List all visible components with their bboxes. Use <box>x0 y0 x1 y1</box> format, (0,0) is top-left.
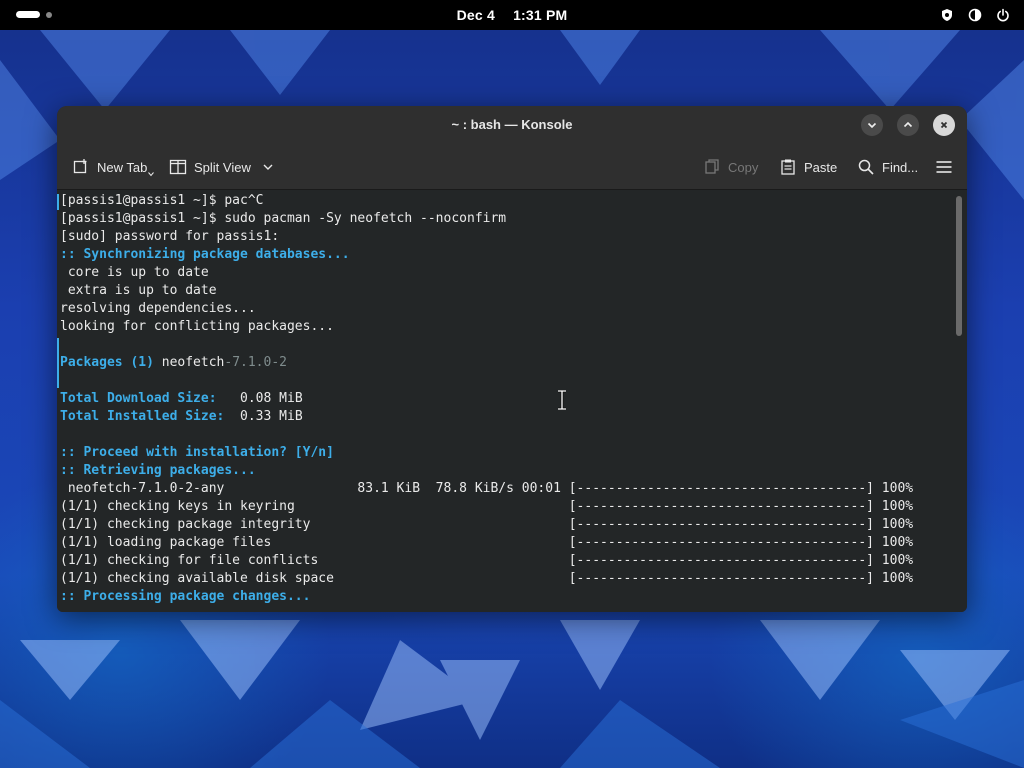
scrollbar-thumb[interactable] <box>956 196 962 336</box>
split-view-icon <box>169 159 187 175</box>
find-button[interactable]: Find... <box>857 155 918 179</box>
terminal-text: (1/1) checking keys in keyring [--------… <box>60 499 914 514</box>
terminal-text: (1/1) checking package integrity [------… <box>60 517 914 532</box>
terminal-line: core is up to date <box>60 264 913 282</box>
terminal-line: :: Synchronizing package databases... <box>60 246 913 264</box>
terminal-line: (1/1) checking for file conflicts [-----… <box>60 552 913 570</box>
split-view-button[interactable]: Split View <box>169 155 274 179</box>
chevron-down-icon <box>263 164 273 170</box>
terminal-output[interactable]: [passis1@passis1 ~]$ pac^C [passis1@passi… <box>60 192 913 606</box>
shield-icon[interactable] <box>940 8 954 22</box>
terminal-line: :: Proceed with installation? [Y/n] <box>60 444 913 462</box>
line-marker <box>57 194 59 210</box>
window-title: ~ : bash — Konsole <box>451 117 573 132</box>
terminal-text: 0.08 MiB <box>216 391 303 406</box>
terminal-text: extra is up to date <box>60 283 217 298</box>
terminal-line: :: Retrieving packages... <box>60 462 913 480</box>
terminal-line: neofetch-7.1.0-2-any 83.1 KiB 78.8 KiB/s… <box>60 480 913 498</box>
terminal-text: core is up to date <box>60 265 209 280</box>
minimize-button[interactable] <box>861 114 883 136</box>
terminal-text: [sudo] password for passis1: <box>60 229 280 244</box>
close-button[interactable] <box>933 114 955 136</box>
split-view-label: Split View <box>194 159 251 175</box>
terminal-text: :: Proceed with installation? [Y/n] <box>60 445 334 460</box>
clock[interactable]: Dec 4 1:31 PM <box>0 7 1024 23</box>
line-marker <box>57 338 59 388</box>
copy-icon <box>705 159 719 174</box>
paste-button[interactable]: Paste <box>779 155 837 179</box>
terminal-view[interactable]: [passis1@passis1 ~]$ pac^C [passis1@passi… <box>57 190 967 612</box>
terminal-line: Packages (1) neofetch-7.1.0-2 <box>60 354 913 372</box>
terminal-text: -7.1.0-2 <box>224 355 287 370</box>
terminal-text: (1/1) checking available disk space [---… <box>60 571 914 586</box>
terminal-line: [sudo] password for passis1: <box>60 228 913 246</box>
konsole-window: ~ : bash — Konsole New Tab Split View Co… <box>57 106 967 612</box>
terminal-line: [passis1@passis1 ~]$ pac^C <box>60 192 913 210</box>
terminal-text: resolving dependencies... <box>60 301 256 316</box>
terminal-line: :: Processing package changes... <box>60 588 913 606</box>
terminal-line: (1/1) checking available disk space [---… <box>60 570 913 588</box>
volume-icon[interactable] <box>968 8 982 22</box>
terminal-line: Total Installed Size: 0.33 MiB <box>60 408 913 426</box>
hamburger-menu-icon <box>936 161 952 173</box>
terminal-line: resolving dependencies... <box>60 300 913 318</box>
hamburger-menu-button[interactable] <box>935 155 953 179</box>
new-tab-button[interactable]: New Tab <box>72 155 155 179</box>
clock-time: 1:31 PM <box>513 7 568 23</box>
dropdown-arrow-icon <box>148 172 155 177</box>
close-icon <box>940 121 948 129</box>
copy-button[interactable]: Copy <box>703 155 758 179</box>
new-tab-icon <box>73 159 87 174</box>
system-tray[interactable] <box>940 8 1010 22</box>
clock-date: Dec 4 <box>456 7 495 23</box>
search-icon <box>858 159 874 175</box>
terminal-text: Total Installed Size: <box>60 409 225 424</box>
terminal-text: neofetch <box>161 355 225 370</box>
chevron-up-icon <box>903 121 913 128</box>
terminal-text: looking for conflicting packages... <box>60 319 334 334</box>
copy-label: Copy <box>728 159 759 175</box>
paste-label: Paste <box>804 159 838 175</box>
konsole-toolbar: New Tab Split View Copy Paste Find... <box>57 144 967 190</box>
terminal-line: (1/1) loading package files [-----------… <box>60 534 913 552</box>
power-icon[interactable] <box>996 8 1010 22</box>
terminal-line: extra is up to date <box>60 282 913 300</box>
chevron-down-icon <box>867 122 877 129</box>
find-label: Find... <box>882 159 919 175</box>
text-cursor-icon <box>558 390 566 410</box>
terminal-text: neofetch-7.1.0-2-any 83.1 KiB 78.8 KiB/s… <box>60 481 914 496</box>
terminal-text: :: Processing package changes... <box>60 589 311 604</box>
terminal-text: [passis1@passis1 ~]$ sudo pacman -Sy neo… <box>60 211 507 226</box>
paste-icon <box>781 159 795 175</box>
terminal-line: (1/1) checking keys in keyring [--------… <box>60 498 913 516</box>
window-titlebar[interactable]: ~ : bash — Konsole <box>57 106 967 144</box>
terminal-text: (1/1) checking for file conflicts [-----… <box>60 553 914 568</box>
top-bar: Dec 4 1:31 PM <box>0 0 1024 30</box>
terminal-text: :: Synchronizing package databases... <box>60 247 350 262</box>
maximize-button[interactable] <box>897 114 919 136</box>
terminal-scrollbar[interactable] <box>955 194 963 608</box>
terminal-line: (1/1) checking package integrity [------… <box>60 516 913 534</box>
terminal-text: 0.33 MiB <box>224 409 303 424</box>
new-tab-label: New Tab <box>97 159 148 175</box>
terminal-text: :: Retrieving packages... <box>60 463 256 478</box>
terminal-line: Total Download Size: 0.08 MiB <box>60 390 913 408</box>
terminal-text: (1/1) loading package files [-----------… <box>60 535 914 550</box>
terminal-text: [passis1@passis1 ~]$ pac^C <box>60 193 264 208</box>
terminal-text: Total Download Size: <box>60 391 217 406</box>
terminal-line: [passis1@passis1 ~]$ sudo pacman -Sy neo… <box>60 210 913 228</box>
terminal-line: looking for conflicting packages... <box>60 318 913 336</box>
terminal-text: Packages (1) <box>60 355 162 370</box>
